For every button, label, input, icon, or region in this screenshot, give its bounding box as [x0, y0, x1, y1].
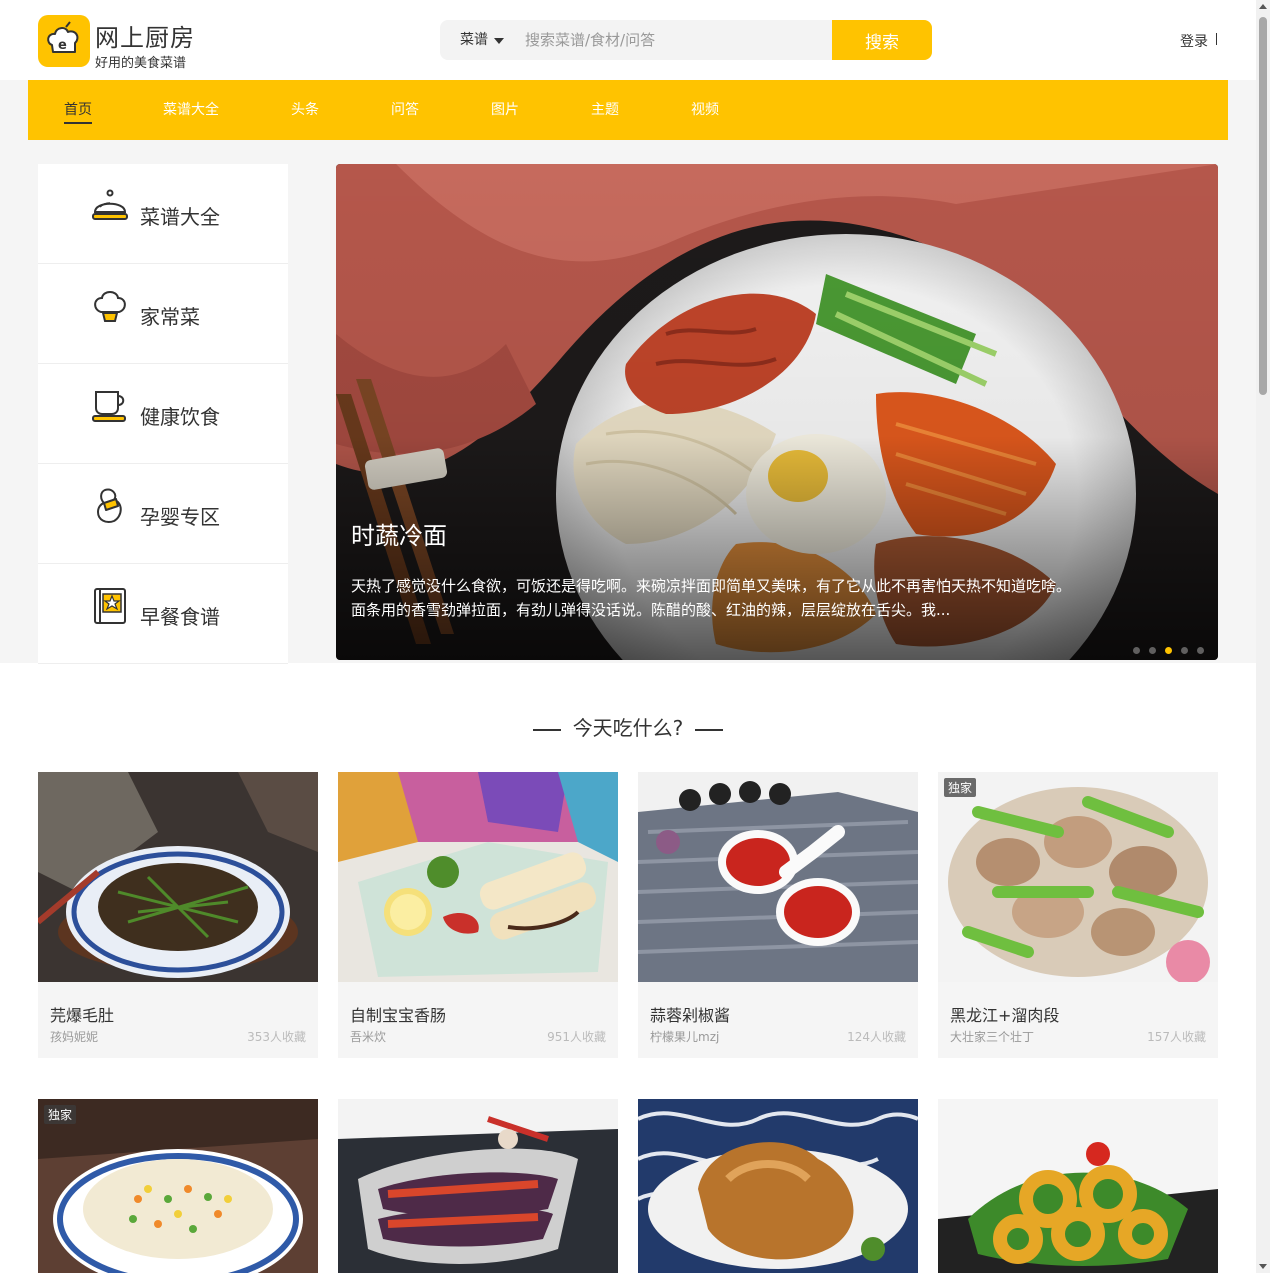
login-link[interactable]: 登录 [1180, 31, 1208, 51]
nav-item-images[interactable]: 图片 [491, 80, 519, 140]
recipe-name[interactable]: 自制宝宝香肠 [350, 1002, 446, 1026]
caret-down-icon [494, 38, 504, 44]
recipe-info: 芫爆毛肚 孩妈妮妮 353人收藏 [38, 982, 318, 1058]
scroll-down-icon[interactable] [1259, 1264, 1267, 1269]
category-label: 孕婴专区 [140, 505, 220, 529]
baby-bottle-icon [96, 488, 122, 523]
header: e 网上厨房 好用的美食菜谱 菜谱 搜索 登录 [0, 0, 1256, 80]
nav-item-videos[interactable]: 视频 [691, 80, 719, 140]
search-button[interactable]: 搜索 [832, 20, 932, 60]
divider [695, 728, 724, 731]
logo[interactable]: e [38, 15, 90, 67]
search-category-label: 菜谱 [460, 32, 488, 48]
category-item-healthy[interactable]: 健康饮食 [38, 364, 288, 464]
recipe-info: 自制宝宝香肠 吾米炊 951人收藏 [338, 982, 618, 1058]
category-item-breakfast[interactable]: 早餐食谱 [38, 564, 288, 664]
recipe-image[interactable] [638, 772, 918, 982]
site-subtitle: 好用的美食菜谱 [95, 56, 187, 71]
recipe-card[interactable] [938, 1099, 1218, 1273]
main-nav: 首页 菜谱大全 头条 问答 图片 主题 视频 [28, 80, 1228, 140]
nav-item-recipes[interactable]: 菜谱大全 [163, 80, 219, 140]
carousel-dot[interactable] [1133, 647, 1140, 654]
recipe-image[interactable] [638, 1099, 918, 1273]
nav-item-qa[interactable]: 问答 [391, 80, 419, 140]
divider [532, 728, 561, 731]
carousel-indicators [1124, 639, 1204, 654]
recipe-card[interactable]: 独家 黑龙江+溜肉段 大壮家三个壮丁 157人收藏 [938, 772, 1218, 1058]
recipe-name[interactable]: 蒜蓉剁椒酱 [650, 1002, 730, 1026]
recipe-info: 蒜蓉剁椒酱 柠檬果儿mzj 124人收藏 [638, 982, 918, 1058]
nav-item-home[interactable]: 首页 [64, 80, 92, 140]
recipe-image[interactable] [338, 772, 618, 982]
recipe-card[interactable]: 独家 [38, 1099, 318, 1273]
section-title: 今天吃什么? [572, 716, 684, 740]
category-label: 早餐食谱 [140, 605, 220, 629]
recipe-card[interactable]: 蒜蓉剁椒酱 柠檬果儿mzj 124人收藏 [638, 772, 918, 1058]
site-title[interactable]: 网上厨房 [95, 18, 195, 53]
chef-logo-icon: e [47, 21, 79, 53]
carousel-dot[interactable] [1149, 647, 1156, 654]
category-menu: 菜谱大全 家常菜 健康饮食 孕婴专区 早餐食谱 [38, 164, 288, 664]
svg-text:e: e [58, 38, 67, 53]
nav-item-headlines[interactable]: 头条 [291, 80, 319, 140]
recipe-author[interactable]: 吾米炊 [350, 1028, 386, 1045]
scroll-up-icon[interactable] [1259, 4, 1267, 9]
recipe-author[interactable]: 孩妈妮妮 [50, 1028, 98, 1045]
search-bar: 菜谱 搜索 [440, 20, 932, 60]
recipe-card[interactable]: 自制宝宝香肠 吾米炊 951人收藏 [338, 772, 618, 1058]
category-item-maternity[interactable]: 孕婴专区 [38, 464, 288, 564]
cloche-icon [92, 189, 128, 220]
recipe-image[interactable] [38, 772, 318, 982]
recipe-image[interactable]: 独家 [38, 1099, 318, 1273]
recipe-image[interactable]: 独家 [938, 772, 1218, 982]
page-scrollbar[interactable] [1256, 0, 1270, 1273]
hero-title[interactable]: 时蔬冷面 [351, 516, 447, 551]
category-item-recipes[interactable]: 菜谱大全 [38, 164, 288, 264]
recipe-favorites: 124人收藏 [847, 1030, 906, 1044]
carousel-dot[interactable] [1181, 647, 1188, 654]
recipe-favorites: 951人收藏 [547, 1030, 606, 1044]
category-label: 菜谱大全 [140, 205, 220, 229]
recipe-card[interactable]: 芫爆毛肚 孩妈妮妮 353人收藏 [38, 772, 318, 1058]
category-label: 家常菜 [140, 305, 200, 329]
recipe-favorites: 157人收藏 [1147, 1030, 1206, 1044]
chef-hat-icon [94, 291, 126, 322]
recipe-author[interactable]: 大壮家三个壮丁 [950, 1028, 1034, 1045]
recipe-image[interactable] [338, 1099, 618, 1273]
section-heading: 今天吃什么? [0, 712, 1256, 741]
recipe-favorites: 353人收藏 [247, 1030, 306, 1044]
hero-carousel[interactable]: 时蔬冷面 天热了感觉没什么食欲，可饭还是得吃啊。来碗凉拌面即简单又美味，有了它从… [336, 164, 1218, 660]
carousel-dot-active[interactable] [1165, 647, 1172, 654]
recipe-card[interactable] [338, 1099, 618, 1273]
recipe-info: 黑龙江+溜肉段 大壮家三个壮丁 157人收藏 [938, 982, 1218, 1058]
divider [1216, 33, 1217, 45]
recipe-card[interactable] [638, 1099, 918, 1273]
category-item-home-cooking[interactable]: 家常菜 [38, 264, 288, 364]
recipe-author[interactable]: 柠檬果儿mzj [650, 1028, 719, 1045]
scrollbar-thumb[interactable] [1259, 17, 1267, 395]
recipe-image[interactable] [938, 1099, 1218, 1273]
recipe-name[interactable]: 黑龙江+溜肉段 [950, 1002, 1059, 1026]
category-label: 健康饮食 [140, 405, 220, 429]
star-book-icon [94, 588, 126, 624]
recipe-name[interactable]: 芫爆毛肚 [50, 1002, 114, 1026]
search-input[interactable] [520, 20, 832, 60]
hero-description: 天热了感觉没什么食欲，可饭还是得吃啊。来碗凉拌面即简单又美味，有了它从此不再害怕… [351, 577, 1072, 619]
exclusive-badge: 独家 [44, 1105, 77, 1124]
cup-icon [92, 391, 126, 422]
exclusive-badge: 独家 [944, 778, 977, 797]
carousel-dot[interactable] [1197, 647, 1204, 654]
search-category-select[interactable]: 菜谱 [440, 20, 520, 60]
nav-item-topics[interactable]: 主题 [591, 80, 619, 140]
